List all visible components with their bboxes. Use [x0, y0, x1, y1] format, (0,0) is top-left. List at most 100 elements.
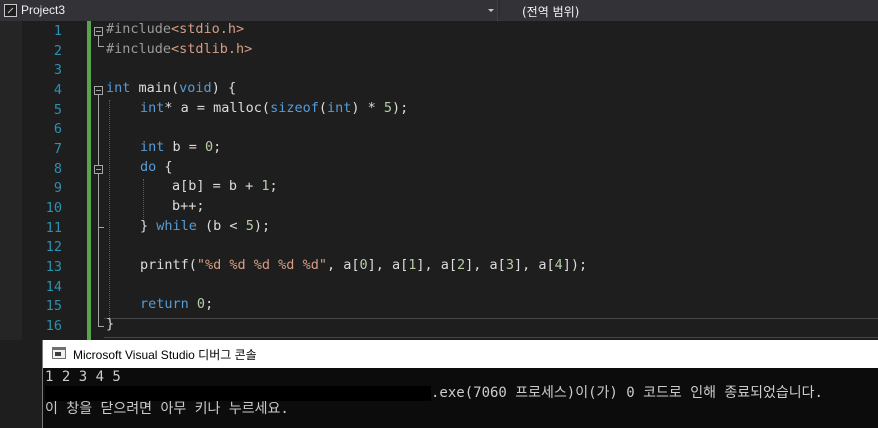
line-number: 3: [53, 62, 62, 78]
line-number-gutter: 1 2 3 4 5 6 7 8 9 10 11 12 13 14 15 16: [22, 21, 86, 340]
keyword-token: int: [140, 139, 165, 155]
fold-line: [98, 36, 99, 46]
line-number: 11: [45, 220, 62, 236]
keyword-token: int: [326, 100, 352, 116]
indent-guide: [143, 179, 144, 219]
code-editor[interactable]: 1 2 3 4 5 6 7 8 9 10 11 12 13 14 15 16 #…: [0, 21, 878, 340]
line-number: 12: [45, 239, 62, 255]
line-number: 8: [53, 161, 62, 177]
keyword-token: do: [140, 159, 157, 175]
number-token: 0: [205, 139, 214, 155]
collapse-icon[interactable]: [94, 165, 103, 174]
fold-line: [98, 174, 99, 227]
code-line-5: int* a = malloc(sizeof(int) * 5);: [140, 100, 408, 120]
code-line-10: b++;: [172, 198, 205, 218]
navigation-bar: Project3 (전역 범위): [0, 0, 878, 21]
preprocessor-token: #include: [106, 21, 172, 37]
code-text: ) *: [351, 100, 384, 116]
keyword-token: int: [106, 80, 131, 96]
code-text: b =: [164, 139, 206, 155]
string-token: "%d %d %d %d %d": [196, 257, 327, 273]
indent-guide: [109, 100, 110, 318]
code-text: }: [140, 218, 157, 234]
project-dropdown[interactable]: Project3: [0, 0, 498, 21]
code-text: ;: [205, 296, 214, 312]
code-text: {: [156, 159, 173, 175]
keyword-token: return: [140, 296, 189, 312]
line-number: 15: [45, 298, 62, 314]
code-line-1: #include<stdio.h>: [106, 21, 244, 41]
change-tracking-bar: [87, 21, 91, 340]
console-title-bar[interactable]: Microsoft Visual Studio 디버그 콘솔: [43, 340, 878, 368]
scope-dropdown[interactable]: (전역 범위): [500, 0, 878, 21]
code-text: ;: [269, 178, 278, 194]
keyword-token: int: [140, 100, 165, 116]
console-title: Microsoft Visual Studio 디버그 콘솔: [73, 348, 257, 362]
console-output-area[interactable]: 1 2 3 4 5 .exe(7060 프로세스)이(가) 0 코드로 인해 종…: [43, 368, 878, 428]
line-number: 2: [53, 43, 62, 59]
number-token: 4: [554, 257, 563, 273]
current-line-highlight: [104, 318, 878, 338]
number-token: 5: [383, 100, 393, 116]
debug-console-window[interactable]: Microsoft Visual Studio 디버그 콘솔 1 2 3 4 5…: [42, 340, 878, 428]
line-number: 14: [45, 279, 62, 295]
code-line-8: do {: [140, 159, 173, 179]
code-text: main(: [130, 80, 180, 96]
line-number: 13: [45, 259, 62, 275]
line-number: 16: [45, 318, 62, 334]
line-number: 1: [53, 23, 62, 39]
code-line-11: } while (b < 5);: [140, 218, 270, 238]
code-text: a[b] = b +: [172, 178, 262, 194]
include-header: <stdio.h>: [171, 21, 245, 37]
code-text: ], a[: [416, 257, 458, 273]
keyword-token: sizeof: [270, 100, 319, 116]
code-text: ;: [213, 139, 222, 155]
project-name: Project3: [21, 3, 66, 17]
number-token: 2: [457, 257, 466, 273]
line-number: 6: [53, 121, 62, 137]
code-text: , a[: [326, 257, 360, 273]
code-text: printf(: [140, 257, 197, 273]
code-text: );: [253, 218, 271, 234]
exit-message: .exe(7060 프로세스)이(가) 0 코드로 인해 종료되었습니다.: [431, 385, 823, 401]
number-token: 0: [359, 257, 368, 273]
program-output: 1 2 3 4 5: [45, 369, 121, 385]
collapse-icon[interactable]: [94, 86, 103, 95]
line-number: 9: [53, 180, 62, 196]
code-line-13: printf("%d %d %d %d %d", a[0], a[1], a[2…: [140, 257, 587, 277]
code-line-16: }: [106, 316, 114, 336]
line-number: 7: [53, 141, 62, 157]
scope-label: (전역 범위): [522, 5, 580, 19]
close-prompt: 이 창을 닫으려면 아무 키나 누르세요.: [45, 401, 289, 417]
console-app-icon: [52, 347, 66, 359]
code-line-2: #include<stdlib.h>: [106, 41, 252, 61]
number-token: 3: [505, 257, 514, 273]
code-text: (: [318, 100, 327, 116]
project-icon: [4, 4, 17, 17]
line-number: 5: [53, 102, 62, 118]
code-text: ]);: [562, 257, 588, 273]
chevron-down-icon[interactable]: [488, 9, 494, 12]
include-header: <stdlib.h>: [171, 41, 253, 57]
code-line-9: a[b] = b + 1;: [172, 178, 278, 198]
redacted-path: [45, 386, 431, 401]
code-text: b++;: [172, 198, 205, 214]
code-line-15: return 0;: [140, 296, 213, 316]
code-text: ], a[: [367, 257, 409, 273]
collapse-icon[interactable]: [94, 27, 103, 36]
code-text: ) {: [211, 80, 237, 96]
number-token: 0: [196, 296, 206, 312]
indicator-margin: [0, 21, 22, 340]
code-text: ], a[: [465, 257, 506, 273]
keyword-token: while: [156, 218, 197, 234]
code-text: (b <: [196, 218, 246, 234]
line-number: 4: [53, 82, 62, 98]
line-number: 10: [45, 200, 62, 216]
code-text: ], a[: [513, 257, 555, 273]
number-token: 5: [245, 218, 254, 234]
fold-end: [98, 46, 104, 47]
code-line-7: int b = 0;: [140, 139, 221, 159]
fold-end: [98, 227, 104, 228]
preprocessor-token: #include: [106, 41, 172, 57]
